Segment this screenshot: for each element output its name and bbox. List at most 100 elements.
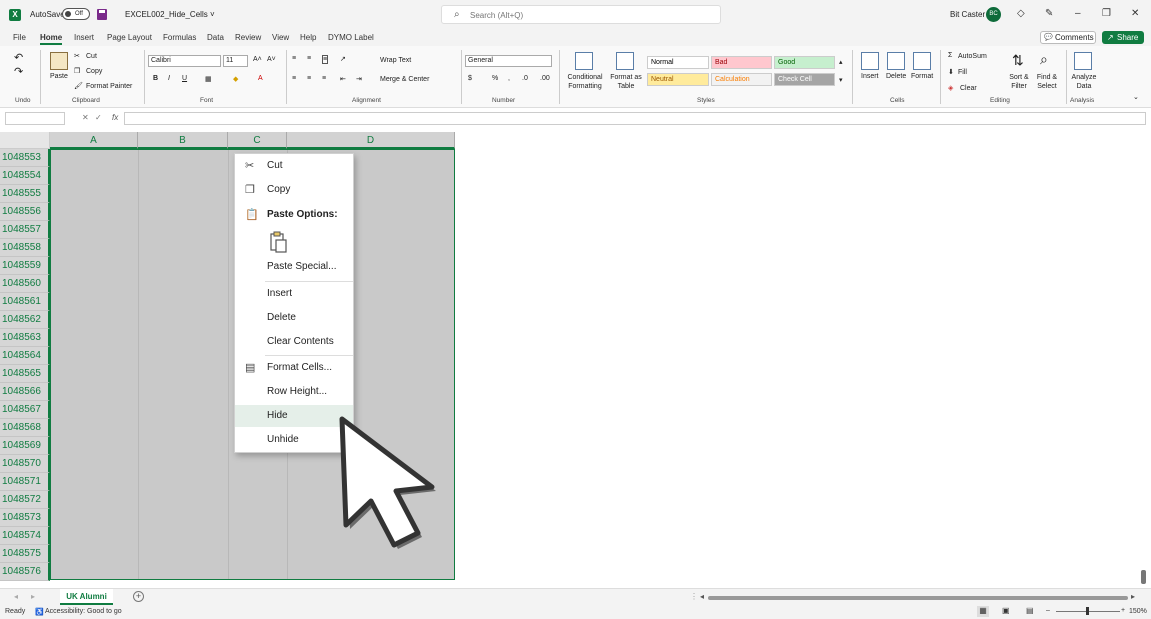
fill-color-icon[interactable]: ◆: [233, 75, 238, 83]
styles-scroll-icon[interactable]: ▴: [839, 58, 843, 66]
insert-cells-icon[interactable]: [861, 52, 879, 70]
menu-item-row-height[interactable]: Row Height...: [235, 381, 353, 403]
row-header[interactable]: 1048566: [0, 383, 50, 401]
zoom-slider-thumb[interactable]: [1086, 607, 1089, 615]
undo-icon[interactable]: ↶: [14, 51, 23, 64]
bold-icon[interactable]: B: [153, 75, 158, 82]
format-as-table-icon[interactable]: [616, 52, 634, 70]
column-header-d[interactable]: D: [287, 132, 455, 149]
row-header[interactable]: 1048569: [0, 437, 50, 455]
tab-file[interactable]: File: [13, 33, 26, 42]
accessibility-icon[interactable]: ♿: [35, 608, 44, 616]
menu-item-clear-contents[interactable]: Clear Contents: [235, 331, 353, 353]
style-neutral[interactable]: Neutral: [647, 73, 709, 86]
restore-icon[interactable]: ❐: [1102, 8, 1111, 19]
row-header[interactable]: 1048568: [0, 419, 50, 437]
diamond-icon[interactable]: ◇: [1017, 8, 1025, 19]
scroll-left-icon[interactable]: ◂: [700, 592, 704, 601]
paste-button[interactable]: Paste: [50, 73, 68, 80]
row-header[interactable]: 1048565: [0, 365, 50, 383]
analyze-data-icon[interactable]: [1074, 52, 1092, 70]
horizontal-scrollbar[interactable]: [708, 596, 1128, 600]
row-header[interactable]: 1048567: [0, 401, 50, 419]
underline-icon[interactable]: U: [182, 75, 187, 82]
sheet-tab-uk-alumni[interactable]: UK Alumni: [60, 589, 113, 605]
row-header[interactable]: 1048563: [0, 329, 50, 347]
menu-item-cut[interactable]: ✂ Cut: [235, 155, 353, 177]
close-icon[interactable]: ✕: [1131, 8, 1139, 19]
styles-more-icon[interactable]: ▾: [839, 76, 843, 84]
conditional-formatting-button[interactable]: Conditional Formatting: [565, 73, 605, 91]
orientation-icon[interactable]: ↗: [340, 55, 346, 63]
analyze-data-button[interactable]: Analyze Data: [1068, 73, 1100, 91]
paste-icon[interactable]: [50, 52, 68, 70]
style-normal[interactable]: Normal: [647, 56, 709, 69]
page-layout-view-icon[interactable]: ▣: [1002, 606, 1010, 615]
clear-icon[interactable]: ◈: [948, 84, 953, 92]
select-all-corner[interactable]: [0, 132, 50, 149]
cancel-icon[interactable]: ✕: [82, 113, 89, 122]
increase-indent-icon[interactable]: ⇥: [356, 75, 362, 83]
menu-item-paste-special[interactable]: Paste Special...: [235, 256, 353, 278]
format-cells-button[interactable]: Format: [911, 73, 933, 80]
row-header[interactable]: 1048553: [0, 149, 50, 167]
tab-dymo-label[interactable]: DYMO Label: [328, 33, 374, 42]
row-header[interactable]: 1048554: [0, 167, 50, 185]
share-button[interactable]: Share: [1102, 31, 1144, 44]
zoom-in-icon[interactable]: +: [1121, 607, 1125, 614]
paste-option-icon[interactable]: [267, 231, 289, 253]
conditional-formatting-icon[interactable]: [575, 52, 593, 70]
autosum-icon[interactable]: Σ: [948, 52, 952, 59]
row-header[interactable]: 1048556: [0, 203, 50, 221]
search-box[interactable]: ⌕: [441, 5, 721, 24]
tab-insert[interactable]: Insert: [74, 33, 94, 42]
decrease-indent-icon[interactable]: ⇤: [340, 75, 346, 83]
format-painter-button[interactable]: Format Painter: [86, 83, 132, 90]
row-header[interactable]: 1048575: [0, 545, 50, 563]
decrease-font-icon[interactable]: A˅: [267, 56, 276, 63]
percent-icon[interactable]: %: [492, 75, 498, 82]
borders-icon[interactable]: ▦: [205, 75, 212, 83]
wrap-text-button[interactable]: Wrap Text: [380, 57, 411, 64]
cut-button[interactable]: Cut: [86, 53, 97, 60]
row-header[interactable]: 1048561: [0, 293, 50, 311]
tab-splitter-icon[interactable]: ⋮: [690, 592, 698, 601]
add-sheet-icon[interactable]: +: [133, 591, 144, 602]
sort-filter-button[interactable]: Sort & Filter: [1005, 73, 1033, 91]
style-bad[interactable]: Bad: [711, 56, 772, 69]
formula-input[interactable]: [124, 112, 1146, 125]
accessibility-status[interactable]: Accessibility: Good to go: [45, 608, 122, 615]
row-header[interactable]: 1048564: [0, 347, 50, 365]
avatar[interactable]: BC: [986, 7, 1001, 22]
row-header[interactable]: 1048572: [0, 491, 50, 509]
tab-data[interactable]: Data: [207, 33, 224, 42]
font-size-select[interactable]: 11: [223, 55, 248, 67]
find-select-button[interactable]: Find & Select: [1032, 73, 1062, 91]
fill-icon[interactable]: ⬇: [948, 68, 954, 76]
decrease-decimal-icon[interactable]: .00: [540, 75, 550, 82]
function-icon[interactable]: fx: [112, 113, 118, 122]
zoom-level[interactable]: 150%: [1129, 608, 1147, 615]
delete-cells-button[interactable]: Delete: [886, 73, 906, 80]
find-select-icon[interactable]: ⌕: [1040, 51, 1048, 68]
italic-icon[interactable]: I: [168, 75, 170, 82]
row-header[interactable]: 1048573: [0, 509, 50, 527]
column-header-c[interactable]: C: [228, 132, 287, 149]
document-title[interactable]: EXCEL002_Hide_Cells ˅: [125, 10, 215, 19]
row-header[interactable]: 1048560: [0, 275, 50, 293]
align-top-icon[interactable]: ≡: [292, 55, 296, 62]
vertical-scrollbar[interactable]: [1141, 570, 1146, 584]
zoom-out-icon[interactable]: –: [1046, 607, 1050, 614]
sort-filter-icon[interactable]: ⇅: [1012, 52, 1024, 69]
tab-formulas[interactable]: Formulas: [163, 33, 196, 42]
font-name-select[interactable]: Calibri: [148, 55, 221, 67]
tab-help[interactable]: Help: [300, 33, 316, 42]
format-cells-icon[interactable]: [913, 52, 931, 70]
tab-home[interactable]: Home: [40, 33, 63, 45]
row-header[interactable]: 1048557: [0, 221, 50, 239]
column-header-b[interactable]: B: [138, 132, 228, 149]
comments-button[interactable]: Comments: [1040, 31, 1096, 44]
row-header[interactable]: 1048574: [0, 527, 50, 545]
merge-center-button[interactable]: Merge & Center: [380, 76, 429, 83]
row-header[interactable]: 1048555: [0, 185, 50, 203]
